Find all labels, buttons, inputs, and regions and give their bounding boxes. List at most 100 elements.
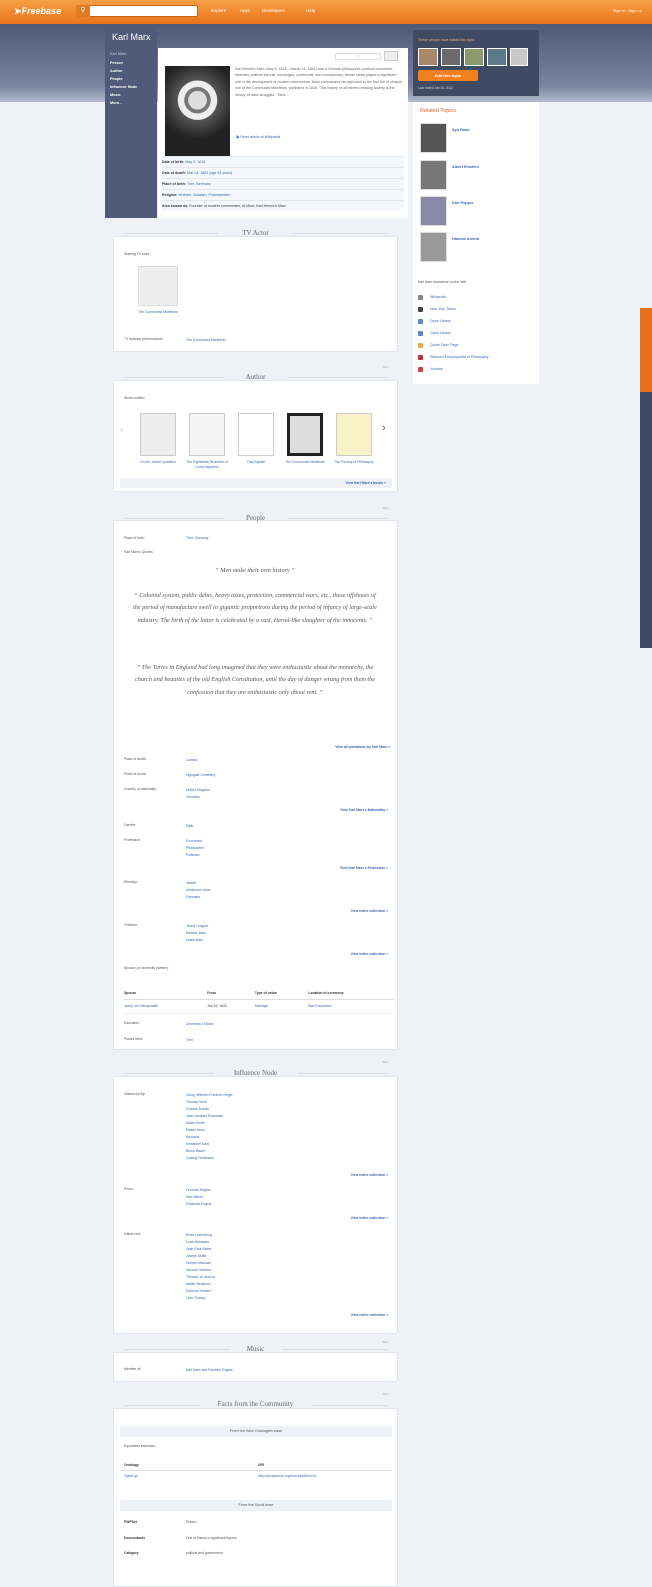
influence-link[interactable]: Herbert Marcuse: [186, 1261, 211, 1266]
influence-link[interactable]: Moses Hess: [186, 1128, 205, 1133]
view-collection-link[interactable]: View entire collection »: [270, 952, 388, 956]
side-tab[interactable]: [640, 392, 652, 648]
children-value[interactable]: Laura Marx: [186, 938, 203, 943]
influence-link[interactable]: Bruno Bauer: [186, 1149, 205, 1154]
profession-value[interactable]: Philosopher: [186, 846, 204, 851]
chevron-left-icon[interactable]: ‹: [120, 424, 124, 436]
burial-value[interactable]: Highgate Cemetery: [186, 773, 215, 778]
influence-link[interactable]: Immanuel Kant: [186, 1142, 209, 1147]
ethnicity-value[interactable]: Germans: [186, 895, 200, 900]
ext-link[interactable]: Open Library: [430, 331, 451, 335]
nav-explore[interactable]: Explore: [211, 8, 226, 13]
ext-link[interactable]: New York Times: [430, 307, 456, 311]
place-of-birth-value[interactable]: Trier, Germany: [186, 536, 208, 541]
table-cell[interactable]: Jenny von Westphalen: [124, 999, 208, 1014]
uri-link[interactable]: http://sw.opencyc.org/concept/Mx4rvVj...: [258, 1474, 388, 1479]
table-cell[interactable]: Bad Kreuznach: [308, 999, 394, 1014]
top-link[interactable]: Top ↑: [383, 1392, 390, 1396]
freebase-logo[interactable]: ➤Freebase: [14, 6, 61, 17]
influence-link[interactable]: Louis Althusser: [186, 1240, 209, 1245]
top-link[interactable]: Top ↑: [383, 1340, 390, 1344]
left-nav-author[interactable]: Author: [110, 69, 122, 73]
profession-value[interactable]: Politician: [186, 853, 200, 858]
left-nav-people[interactable]: People: [110, 77, 122, 81]
influence-link[interactable]: Thomas More: [186, 1100, 207, 1105]
no-image-placeholder[interactable]: [138, 266, 178, 306]
nav-apps[interactable]: Apps: [240, 8, 250, 13]
book-cover[interactable]: [238, 413, 274, 456]
edit-topic-button[interactable]: Edit this topic: [418, 70, 478, 81]
view-books-link[interactable]: View Karl Marx's books »: [280, 481, 386, 485]
editor-avatar[interactable]: [418, 48, 438, 66]
view-nationality-link[interactable]: View Karl Marx's Nationality »: [270, 808, 388, 812]
related-image[interactable]: [420, 123, 447, 153]
subscribe-button[interactable]: ☆: [335, 53, 381, 60]
influence-link[interactable]: Rosa Luxemburg: [186, 1233, 212, 1238]
editor-avatar[interactable]: [487, 48, 507, 66]
view-collection-link[interactable]: View entire collection »: [270, 1216, 388, 1220]
children-value[interactable]: Eleanor Marx: [186, 931, 206, 936]
nationality-value[interactable]: United Kingdom: [186, 788, 210, 793]
influence-link[interactable]: Theodor W. Adorno: [186, 1275, 215, 1280]
death-place-value[interactable]: London: [186, 758, 197, 763]
influence-link[interactable]: Frederick Engels: [186, 1202, 211, 1207]
influence-link[interactable]: Charles Darwin: [186, 1107, 209, 1112]
ethnicity-value[interactable]: Jewish: [186, 881, 196, 886]
ext-link[interactable]: Stanford Encyclopedia of Philosophy: [430, 355, 489, 359]
top-link[interactable]: Top ↑: [383, 506, 390, 510]
editor-avatar[interactable]: [510, 48, 528, 66]
ext-link[interactable]: Quote Topic Page: [430, 343, 459, 347]
ext-link[interactable]: Youtube: [430, 367, 443, 371]
signin-link[interactable]: Sign in / Sign up: [613, 8, 642, 13]
ext-link[interactable]: Wikipedia: [430, 295, 446, 299]
education-value[interactable]: University of Bonn: [186, 1022, 214, 1027]
nationality-value[interactable]: Germany: [186, 795, 200, 800]
search-icon[interactable]: ⚲: [76, 5, 90, 17]
book-title[interactable]: The Communist Manifesto: [281, 460, 329, 465]
influence-link[interactable]: Georg Wilhelm Friedrich Hegel: [186, 1093, 232, 1098]
book-title[interactable]: The Eighteenth Brumaire of Louis Napoleo…: [183, 460, 231, 470]
book-cover[interactable]: [287, 413, 323, 456]
view-collection-link[interactable]: View entire collection »: [270, 1313, 388, 1317]
episodes-link[interactable]: The Communist Manifesto: [186, 338, 226, 343]
related-image[interactable]: [420, 232, 447, 262]
left-nav-more[interactable]: More...: [110, 101, 122, 105]
ontology-link[interactable]: OpenCyc: [124, 1474, 138, 1479]
editor-avatar[interactable]: [441, 48, 461, 66]
nav-help[interactable]: Help: [306, 8, 315, 13]
nav-developers[interactable]: Developers: [262, 8, 285, 13]
ext-link[interactable]: Open Library: [430, 319, 451, 323]
left-nav-music[interactable]: Music: [110, 93, 121, 97]
editor-avatar[interactable]: [464, 48, 484, 66]
related-image[interactable]: [420, 196, 447, 226]
book-cover[interactable]: [140, 413, 176, 456]
book-title[interactable]: The Poverty of Philosophy: [330, 460, 378, 465]
influence-link[interactable]: Antonio Gramsci: [186, 1268, 211, 1273]
related-image[interactable]: [420, 160, 447, 190]
influence-link[interactable]: Friedrich Engels: [186, 1188, 211, 1193]
related-link[interactable]: Albert Einstein: [452, 165, 479, 169]
left-nav-influence[interactable]: Influence Node: [110, 85, 137, 89]
top-link[interactable]: Top ↑: [383, 365, 390, 369]
influence-link[interactable]: Edmund Husserl: [186, 1289, 211, 1294]
influence-link[interactable]: Max Stirner: [186, 1195, 203, 1200]
member-of-value[interactable]: Karl Marx and Friedrich Engels: [186, 1368, 233, 1373]
search-input[interactable]: [76, 5, 198, 17]
book-title[interactable]: On the Jewish Question: [134, 460, 182, 465]
related-link[interactable]: Karl Popper: [452, 201, 474, 205]
influence-link[interactable]: Leon Trotsky: [186, 1296, 205, 1301]
influence-link[interactable]: Joseph Stalin: [186, 1254, 206, 1259]
gender-value[interactable]: Male: [186, 824, 193, 829]
chevron-right-icon[interactable]: ›: [382, 422, 386, 434]
view-profession-link[interactable]: View Karl Marx's Profession »: [270, 866, 388, 870]
related-link[interactable]: Ayn Rand: [452, 128, 470, 132]
influence-link[interactable]: Adam Smith: [186, 1121, 204, 1126]
influence-link[interactable]: Walter Benjamin: [186, 1282, 211, 1287]
children-value[interactable]: Jenny Longuet: [186, 924, 208, 929]
related-link[interactable]: Hannah Arendt: [452, 237, 479, 241]
view-quotes-link[interactable]: View all quotations by Karl Marx »: [270, 745, 390, 749]
user-icon[interactable]: [384, 51, 398, 61]
book-title[interactable]: Das Kapital: [232, 460, 280, 465]
top-link[interactable]: Top ↑: [383, 1060, 390, 1064]
left-nav-person[interactable]: Person: [110, 61, 123, 65]
